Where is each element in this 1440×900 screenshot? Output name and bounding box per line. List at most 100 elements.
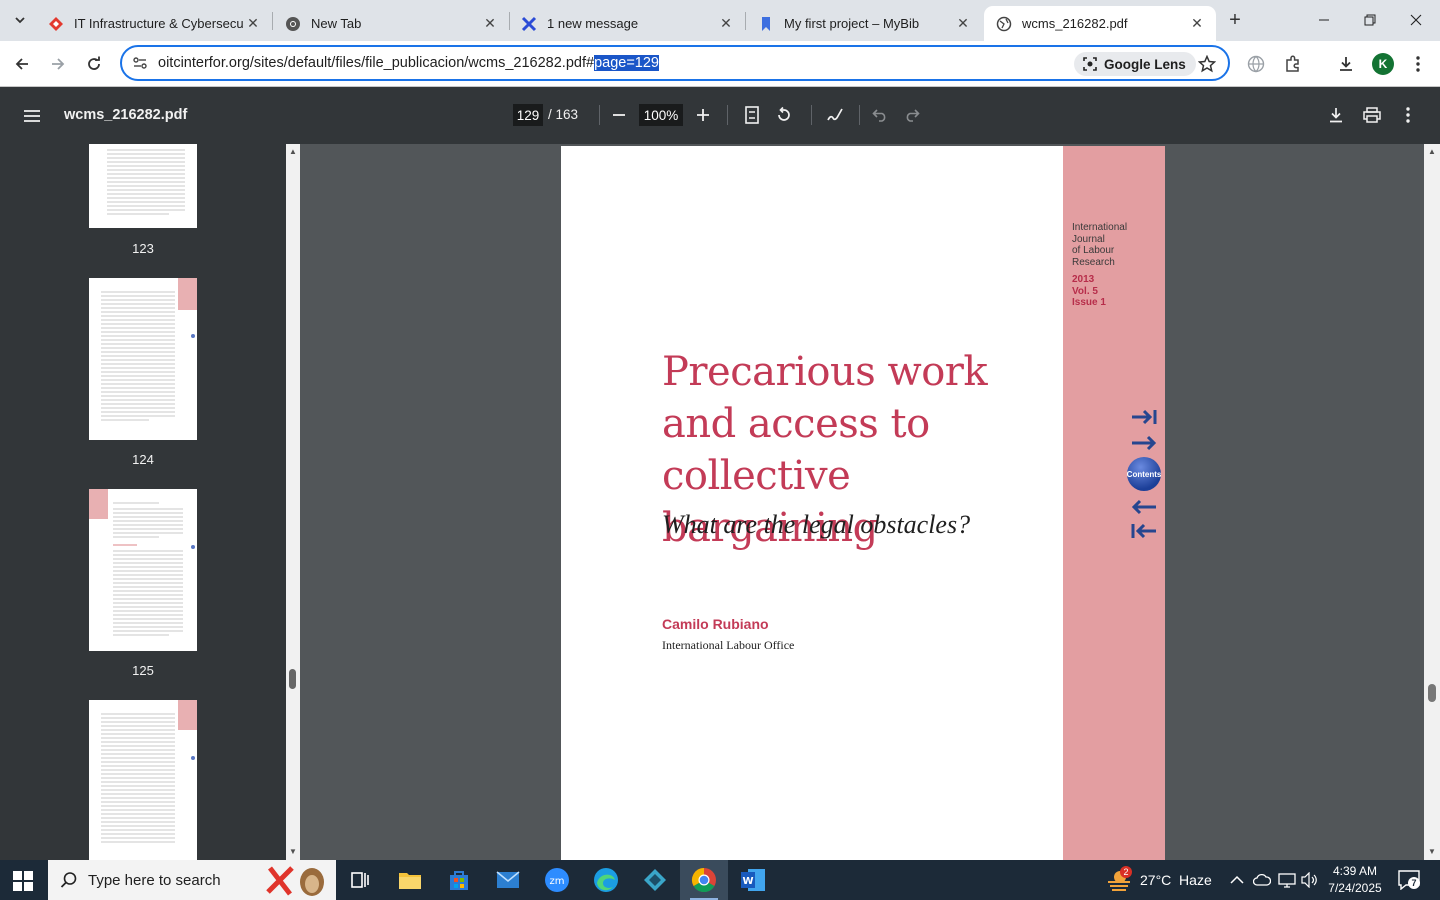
extensions-button[interactable] — [1281, 52, 1305, 76]
tab-x-message[interactable]: 1 new message ✕ — [509, 6, 745, 41]
store-bag-icon — [450, 871, 468, 890]
hamburger-menu-icon — [24, 110, 40, 122]
scroll-up-arrow[interactable]: ▲ — [285, 144, 301, 158]
diamond-app[interactable] — [631, 860, 679, 900]
network-icon — [1278, 873, 1296, 888]
speaker-icon — [1301, 872, 1317, 888]
close-icon[interactable]: ✕ — [481, 15, 499, 33]
tab-new-tab[interactable]: New Tab ✕ — [273, 6, 509, 41]
show-hidden-icons[interactable] — [1230, 860, 1244, 900]
rotate-button[interactable] — [772, 103, 796, 127]
last-page-link[interactable] — [1129, 407, 1159, 427]
pdf-document-area[interactable]: Precarious work and access to collective… — [300, 144, 1424, 860]
tab-search-button[interactable] — [8, 8, 32, 32]
restore-icon — [1364, 14, 1376, 26]
page-text-preview — [89, 489, 195, 636]
previous-page-link[interactable] — [1129, 497, 1159, 517]
chrome-menu-button[interactable] — [1406, 52, 1430, 76]
tab-title: My first project – MyBib — [784, 16, 920, 31]
pdf-sidebar-toggle[interactable] — [20, 104, 44, 128]
tab-pdf-active[interactable]: wcms_216282.pdf ✕ — [984, 6, 1216, 41]
arrow-to-start-icon — [1131, 523, 1156, 539]
back-button[interactable] — [8, 50, 36, 78]
page-thumbnail[interactable] — [89, 144, 197, 228]
zoom-in-button[interactable] — [691, 103, 715, 127]
search-placeholder: Type here to search — [88, 871, 221, 889]
sidebar-scrollbar[interactable]: ▲ ▼ — [286, 144, 300, 860]
pdf-more-button[interactable] — [1396, 103, 1420, 127]
network-tray[interactable] — [1278, 860, 1296, 900]
taskbar-clock[interactable]: 4:39 AM 7/24/2025 — [1324, 863, 1386, 897]
downloads-button[interactable] — [1334, 52, 1358, 76]
close-icon[interactable]: ✕ — [1188, 15, 1206, 33]
tab-mybib[interactable]: My first project – MyBib ✕ — [746, 6, 982, 41]
weather-widget[interactable]: 2 27°C Haze — [1106, 860, 1212, 900]
url-text[interactable]: oitcinterfor.org/sites/default/files/fil… — [158, 55, 659, 71]
issue-line: Issue 1 — [1072, 297, 1106, 308]
page-thumbnail[interactable] — [89, 700, 197, 860]
document-scrollbar[interactable]: ▲ ▼ — [1424, 144, 1440, 860]
restore-button[interactable] — [1356, 8, 1384, 32]
page-thumbnail[interactable] — [89, 489, 197, 651]
word-app[interactable]: W — [729, 860, 777, 900]
minimize-button[interactable] — [1310, 8, 1338, 32]
plus-icon — [697, 109, 709, 121]
address-bar[interactable]: oitcinterfor.org/sites/default/files/fil… — [120, 45, 1230, 81]
arrow-to-end-icon — [1132, 409, 1157, 425]
close-icon[interactable]: ✕ — [717, 15, 735, 33]
onedrive-tray[interactable] — [1253, 860, 1271, 900]
close-window-button[interactable] — [1402, 8, 1430, 32]
scroll-up-arrow[interactable]: ▲ — [1424, 144, 1440, 158]
scroll-down-arrow[interactable]: ▼ — [1424, 844, 1440, 858]
volume-tray[interactable] — [1301, 860, 1319, 900]
next-page-link[interactable] — [1129, 433, 1159, 453]
site-settings-icon[interactable] — [132, 55, 148, 71]
url-main: oitcinterfor.org/sites/default/files/fil… — [158, 55, 595, 71]
scroll-down-arrow[interactable]: ▼ — [285, 844, 301, 858]
zoom-out-button[interactable] — [607, 103, 631, 127]
search-highlight-illustration-icon — [266, 866, 324, 896]
toolbar-divider — [599, 105, 600, 125]
tab-it-infrastructure[interactable]: IT Infrastructure & Cybersecurit ✕ — [36, 6, 272, 41]
close-icon[interactable]: ✕ — [244, 15, 262, 33]
first-page-link[interactable] — [1129, 521, 1159, 541]
journal-issue: 2013 Vol. 5 Issue 1 — [1072, 274, 1106, 309]
taskbar-search[interactable]: Type here to search — [48, 860, 336, 900]
undo-button[interactable] — [868, 103, 892, 127]
forward-button[interactable] — [44, 50, 72, 78]
translate-button[interactable] — [1244, 52, 1268, 76]
zoom-app[interactable]: zm — [533, 860, 581, 900]
mail-app[interactable] — [484, 860, 532, 900]
profile-avatar[interactable]: K — [1372, 53, 1394, 75]
bookmark-star-button[interactable] — [1196, 53, 1218, 75]
page-thumbnail[interactable] — [89, 278, 197, 440]
fit-page-button[interactable] — [740, 103, 764, 127]
zoom-level-input[interactable]: 100% — [639, 104, 683, 126]
contents-button[interactable]: Contents — [1127, 457, 1161, 491]
minus-icon — [613, 114, 625, 116]
google-lens-button[interactable]: Google Lens — [1074, 52, 1196, 76]
chrome-logo-icon — [691, 868, 716, 893]
task-view-button[interactable] — [336, 860, 384, 900]
annotate-button[interactable] — [823, 103, 847, 127]
chrome-app[interactable] — [680, 860, 728, 900]
close-icon[interactable]: ✕ — [954, 15, 972, 33]
notification-center-button[interactable]: 7 — [1398, 860, 1420, 900]
more-vert-icon — [1406, 107, 1410, 123]
start-button[interactable] — [12, 870, 34, 892]
svg-text:zm: zm — [550, 876, 565, 887]
redo-button[interactable] — [900, 103, 924, 127]
file-explorer-app[interactable] — [386, 860, 434, 900]
microsoft-store-app[interactable] — [435, 860, 483, 900]
browser-toolbar: oitcinterfor.org/sites/default/files/fil… — [0, 41, 1440, 87]
scrollbar-thumb[interactable] — [289, 669, 296, 689]
pdf-download-button[interactable] — [1324, 103, 1348, 127]
article-author: Camilo Rubiano — [662, 616, 769, 632]
scrollbar-thumb[interactable] — [1428, 684, 1436, 702]
reload-button[interactable] — [80, 50, 108, 78]
print-button[interactable] — [1360, 103, 1384, 127]
edge-app[interactable] — [582, 860, 630, 900]
tab-strip: IT Infrastructure & Cybersecurit ✕ New T… — [0, 0, 1440, 41]
page-number-input[interactable]: 129 — [513, 104, 543, 126]
new-tab-button[interactable]: + — [1224, 9, 1246, 31]
